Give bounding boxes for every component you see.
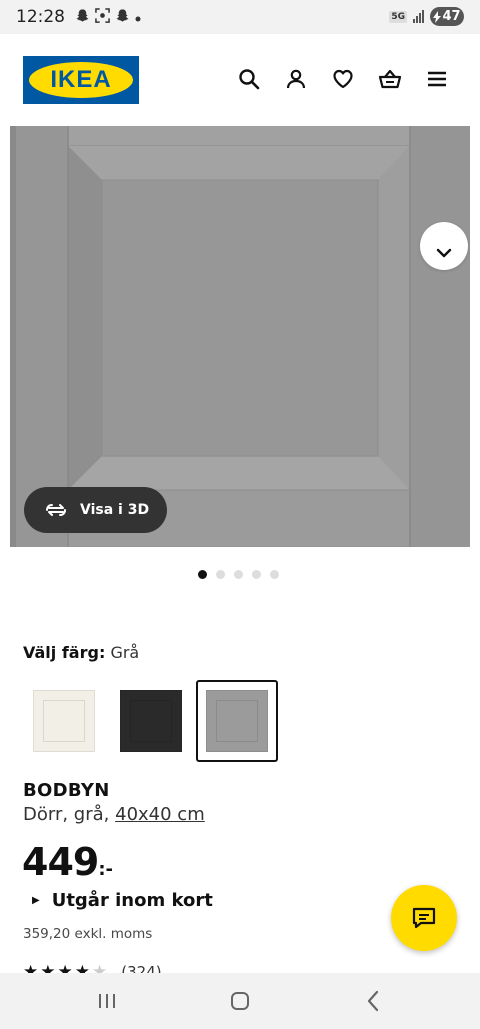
carousel-dot[interactable] (270, 570, 279, 579)
price-suffix: :- (98, 859, 113, 880)
dot-icon (135, 10, 141, 25)
scroll-down-button[interactable] (420, 222, 468, 270)
back-icon (368, 990, 379, 1012)
carousel-dot[interactable] (234, 570, 243, 579)
availability-text: Utgår inom kort (51, 890, 213, 911)
image-carousel-dots (198, 570, 279, 579)
color-swatch-grey[interactable] (196, 680, 278, 762)
header-actions (236, 66, 450, 92)
ikea-logo[interactable]: IKEA (23, 56, 139, 104)
site-header: IKEA (0, 34, 480, 126)
screenshot-icon (95, 8, 110, 26)
color-chooser-label: Välj färg: (23, 643, 106, 662)
signal-icon (413, 10, 424, 23)
status-bar: 12:28 5G 47 (0, 0, 480, 34)
swatch-image (206, 690, 268, 752)
network-type: 5G (389, 10, 407, 23)
home-button[interactable] (220, 981, 260, 1021)
availability-toggle[interactable]: ▶ Utgår inom kort (32, 890, 213, 911)
product-price: 449 :- (22, 840, 113, 884)
snapchat-icon (115, 8, 130, 26)
color-swatch-white[interactable] (23, 680, 105, 762)
status-system-icons: 5G 47 (389, 7, 464, 26)
swatch-image (33, 690, 95, 752)
product-name: BODBYN (23, 780, 110, 801)
swatch-image (120, 690, 182, 752)
selected-color-value: Grå (110, 643, 140, 662)
carousel-dot[interactable] (252, 570, 261, 579)
product-size-link[interactable]: 40x40 cm (115, 804, 205, 825)
carousel-dot[interactable] (198, 570, 207, 579)
heart-icon[interactable] (330, 66, 356, 92)
recent-apps-icon (98, 994, 115, 1008)
view-in-3d-button[interactable]: Visa i 3D (24, 487, 167, 533)
color-chooser-heading: Välj färg: Grå (23, 643, 139, 662)
battery-icon: 47 (430, 7, 464, 26)
snapchat-icon (75, 8, 90, 26)
color-swatch-black[interactable] (110, 680, 192, 762)
view-in-3d-label: Visa i 3D (80, 502, 150, 518)
carousel-dot[interactable] (216, 570, 225, 579)
status-time: 12:28 (16, 7, 65, 27)
status-notification-icons (75, 8, 141, 26)
home-icon (230, 992, 249, 1010)
profile-icon[interactable] (283, 66, 309, 92)
product-type: Dörr, grå, (23, 804, 110, 825)
chevron-down-icon (436, 248, 452, 258)
logo-oval: IKEA (29, 62, 133, 98)
price-excluding-vat: 359,20 exkl. moms (23, 926, 153, 942)
logo-text: IKEA (50, 66, 112, 93)
product-description: Dörr, grå, 40x40 cm (23, 804, 205, 825)
basket-icon[interactable] (377, 66, 403, 92)
system-navigation-bar (0, 973, 480, 1029)
price-value: 449 (22, 840, 99, 884)
recent-apps-button[interactable] (87, 981, 127, 1021)
back-button[interactable] (353, 981, 393, 1021)
rotate-3d-icon (46, 504, 66, 516)
menu-icon[interactable] (424, 66, 450, 92)
caret-right-icon: ▶ (32, 895, 40, 906)
search-icon[interactable] (236, 66, 262, 92)
chat-icon (412, 907, 436, 929)
door-illustration (10, 126, 470, 547)
chat-button[interactable] (391, 885, 457, 951)
battery-level: 47 (442, 9, 461, 24)
product-image[interactable] (10, 126, 470, 547)
